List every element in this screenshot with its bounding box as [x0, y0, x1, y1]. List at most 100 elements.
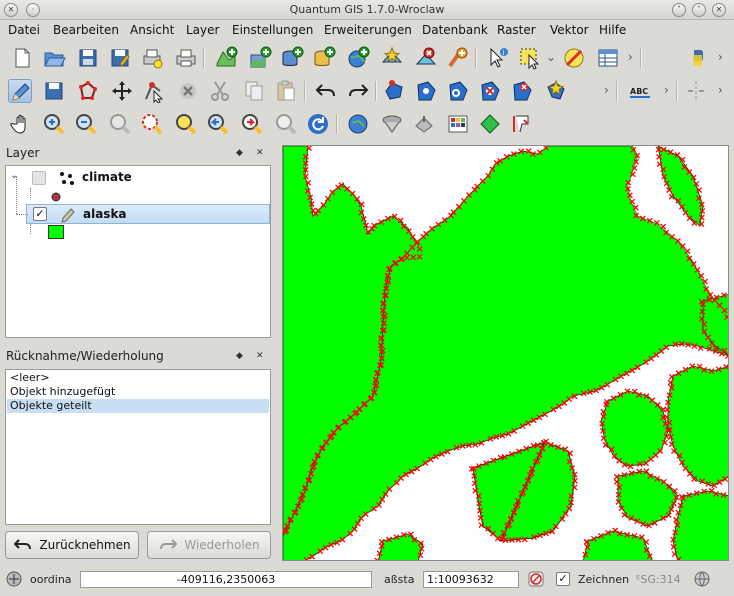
- simplify-icon[interactable]: [382, 79, 406, 103]
- close-icon[interactable]: ✕: [712, 3, 726, 17]
- toolbar-more-icon[interactable]: ›: [628, 50, 633, 64]
- refresh-icon[interactable]: [306, 112, 330, 136]
- coordinate-label: oordina: [30, 573, 72, 586]
- alaska-polygon: [600, 390, 669, 467]
- gps-icon[interactable]: [346, 112, 370, 136]
- attribute-table-icon[interactable]: [596, 46, 620, 70]
- deselect-icon[interactable]: [562, 46, 586, 70]
- scale-field[interactable]: 1:10093632: [423, 571, 519, 588]
- menu-datei[interactable]: Datei: [8, 23, 40, 37]
- layer-row-alaska[interactable]: ✓ alaska: [26, 204, 270, 224]
- identify-icon[interactable]: i: [486, 46, 510, 70]
- undo-button[interactable]: Zurücknehmen: [5, 531, 139, 559]
- print-composer-icon[interactable]: [140, 46, 164, 70]
- layer-row-climate[interactable]: ⌄ climate: [6, 168, 270, 188]
- new-project-icon[interactable]: [10, 46, 34, 70]
- undo-item-empty[interactable]: <leer>: [7, 371, 269, 385]
- undo-panel-close-icon[interactable]: ✕: [256, 351, 264, 361]
- maximize-icon[interactable]: ˄: [692, 3, 706, 17]
- zoom-full-icon[interactable]: [108, 112, 132, 136]
- paste-icon[interactable]: [274, 79, 298, 103]
- toolbar-more-icon[interactable]: ›: [718, 83, 723, 97]
- projection-icon[interactable]: [694, 571, 710, 587]
- layer-panel-close-icon[interactable]: ✕: [256, 148, 264, 158]
- measure-icon[interactable]: [478, 112, 502, 136]
- menu-raster[interactable]: Raster: [497, 23, 536, 37]
- menu-vektor[interactable]: Vektor: [550, 23, 589, 37]
- reshape-icon[interactable]: [544, 79, 568, 103]
- add-wms-icon[interactable]: [346, 46, 370, 70]
- capture-polygon-icon[interactable]: [76, 79, 100, 103]
- label-icon[interactable]: ABC: [628, 79, 652, 103]
- toolbar-more-icon[interactable]: ›: [604, 83, 609, 97]
- collapse-arrow-icon[interactable]: ⌄: [10, 170, 18, 181]
- redo-icon[interactable]: [346, 79, 370, 103]
- new-layer-icon[interactable]: [380, 46, 404, 70]
- redo-button[interactable]: Wiederholen: [147, 531, 271, 559]
- print-icon[interactable]: [174, 46, 198, 70]
- add-spatialite-icon[interactable]: [312, 46, 336, 70]
- raster-calc-icon[interactable]: [446, 112, 470, 136]
- remove-layer-icon[interactable]: [414, 46, 438, 70]
- delete-part-icon[interactable]: [510, 79, 534, 103]
- toolbar-more-icon[interactable]: ›: [664, 83, 669, 97]
- undo-panel-float-icon[interactable]: ◆: [236, 351, 243, 361]
- zoom-last-icon[interactable]: [206, 112, 230, 136]
- move-feature-icon[interactable]: [110, 79, 134, 103]
- delete-ring-icon[interactable]: [478, 79, 502, 103]
- menu-layer[interactable]: Layer: [186, 23, 219, 37]
- layer-visibility-checkbox[interactable]: ✓: [33, 207, 47, 221]
- menu-erweiterungen[interactable]: Erweiterungen: [324, 23, 412, 37]
- menu-datenbank[interactable]: Datenbank: [422, 23, 488, 37]
- save-as-icon[interactable]: [108, 46, 132, 70]
- delete-selected-icon[interactable]: [176, 79, 200, 103]
- plugin-icon[interactable]: [412, 112, 436, 136]
- zoom-actual-icon[interactable]: [274, 112, 298, 136]
- add-vector-icon[interactable]: [214, 46, 238, 70]
- layer-visibility-checkbox[interactable]: [32, 171, 46, 185]
- menu-bearbeiten[interactable]: Bearbeiten: [53, 23, 119, 37]
- split-icon[interactable]: [684, 79, 708, 103]
- digitizing-toolbar: › ABC › ›: [0, 75, 734, 107]
- new-shapefile-icon[interactable]: [446, 46, 470, 70]
- menu-hilfe[interactable]: Hilfe: [599, 23, 626, 37]
- crs-status[interactable]: ᴱSG:314: [636, 573, 681, 586]
- zoom-in-icon[interactable]: [42, 112, 66, 136]
- select-icon[interactable]: [518, 46, 542, 70]
- dock-splitter[interactable]: [275, 145, 279, 561]
- add-part-icon[interactable]: [446, 79, 470, 103]
- georeferencer-icon[interactable]: [380, 112, 404, 136]
- save-project-icon[interactable]: [76, 46, 100, 70]
- coordinate-display[interactable]: -409116,2350063: [80, 571, 372, 588]
- zoom-layer-icon[interactable]: [140, 112, 164, 136]
- select-dropdown-icon[interactable]: ⌄: [546, 50, 556, 64]
- node-tool-icon[interactable]: [142, 79, 166, 104]
- pan-icon[interactable]: [10, 112, 34, 136]
- zoom-next-icon[interactable]: [240, 112, 264, 136]
- add-raster-icon[interactable]: [248, 46, 272, 70]
- toolbar-more-icon[interactable]: ›: [718, 50, 723, 64]
- zoom-selection-icon[interactable]: [174, 112, 198, 136]
- measure-area-icon[interactable]: [510, 112, 534, 136]
- layer-panel-float-icon[interactable]: ◆: [236, 148, 243, 158]
- menu-einstellungen[interactable]: Einstellungen: [232, 23, 313, 37]
- save-edits-icon[interactable]: [42, 79, 66, 103]
- layer-name-alaska: alaska: [83, 207, 127, 221]
- render-checkbox[interactable]: ✓: [556, 572, 570, 586]
- open-project-icon[interactable]: [42, 46, 66, 70]
- menu-ansicht[interactable]: Ansicht: [130, 23, 174, 37]
- minimize-icon[interactable]: ˅: [672, 3, 686, 17]
- undo-item-features-split[interactable]: Objekte geteilt: [7, 399, 269, 413]
- toggle-edit-icon[interactable]: [8, 79, 32, 103]
- stop-render-icon[interactable]: [528, 571, 544, 587]
- undo-list: <leer> Objekt hinzugefügt Objekte geteil…: [5, 369, 271, 525]
- map-canvas[interactable]: [282, 145, 729, 561]
- python-icon[interactable]: [686, 46, 710, 70]
- add-postgis-icon[interactable]: [280, 46, 304, 70]
- undo-item-feature-added[interactable]: Objekt hinzugefügt: [7, 385, 269, 399]
- add-ring-icon[interactable]: [414, 79, 438, 103]
- zoom-out-icon[interactable]: [74, 112, 98, 136]
- undo-icon[interactable]: [314, 79, 338, 103]
- copy-icon[interactable]: [242, 79, 266, 103]
- cut-icon[interactable]: [208, 79, 232, 103]
